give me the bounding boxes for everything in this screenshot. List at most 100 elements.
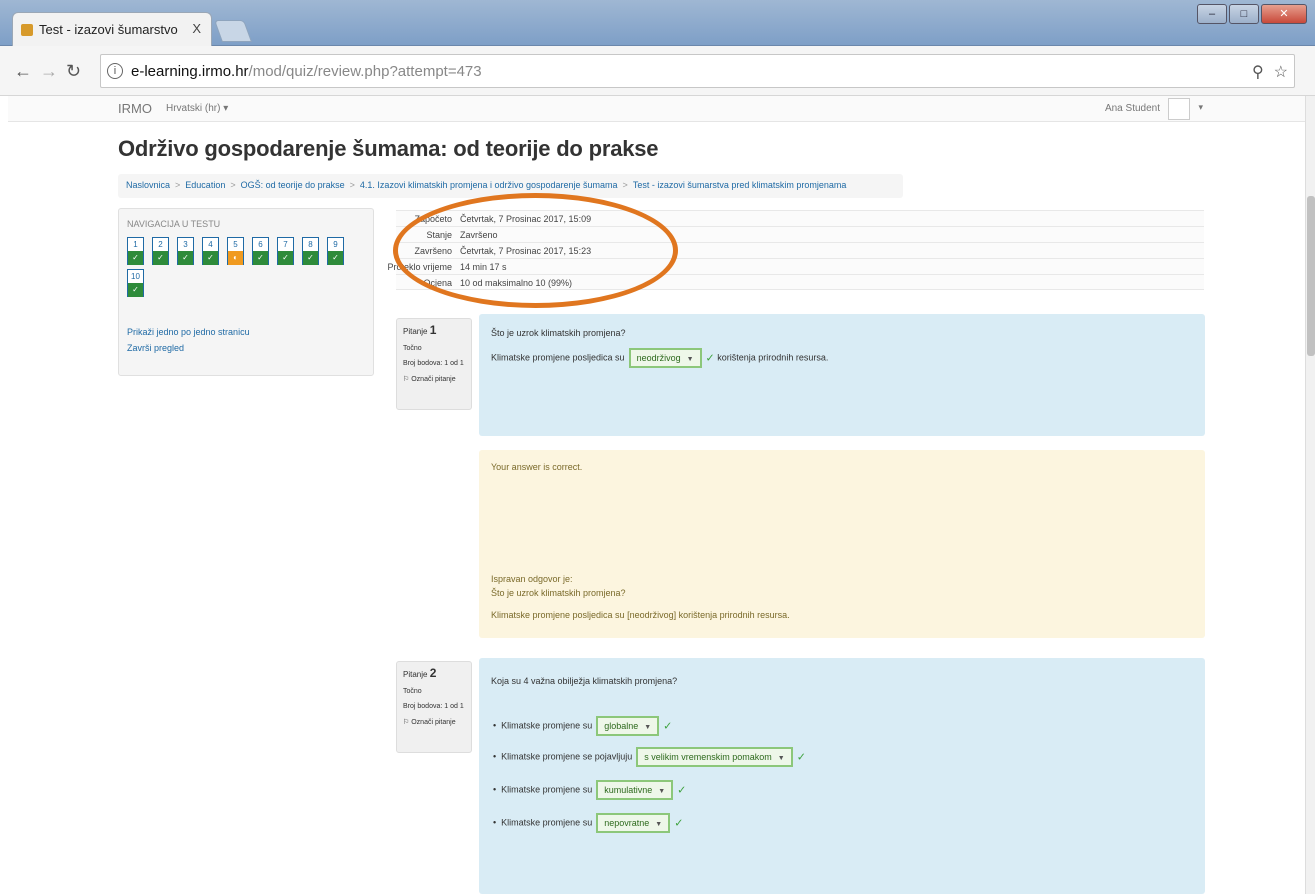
answer-select[interactable]: globalne ▼ [596,716,660,736]
quiz-nav-button-8[interactable]: 8 ✓ [302,237,319,265]
bookmark-star-icon[interactable]: ☆ [1274,62,1288,82]
page-title: Održivo gospodarenje šumama: od teorije … [118,136,659,161]
back-icon[interactable]: ← [14,61,32,82]
check-icon: ✓ [153,251,168,265]
quiz-nav-number: 2 [158,240,163,249]
quiz-navigation-block: NAVIGACIJA U TESTU 1 ✓ 2 ✓ 3 ✓ 4 ✓ 5 ◐ 6 ✓ 7 ✓ 8 ✓ 9 ✓ 10 ✓… [118,208,374,376]
question-number: Pitanje 2 [403,666,437,680]
quiz-nav-number: 6 [258,240,263,249]
language-menu[interactable]: Hrvatski (hr) ▾ [166,103,228,114]
question-2-content: Koja su 4 važna obilježja klimatskih pro… [479,658,1205,894]
quiz-nav-title: NAVIGACIJA U TESTU [127,219,221,229]
breadcrumb-section[interactable]: 4.1. Izazovi klimatskih promjena i održi… [360,180,618,190]
breadcrumb-course[interactable]: OGŠ: od teorije do prakse [241,180,345,190]
check-icon: ✓ [328,251,343,265]
answer-item: • Klimatske promjene su nepovratne ▼ ✓ [493,813,683,833]
minimize-icon[interactable]: – [1197,4,1227,24]
summary-row: Završeno Četvrtak, 7 Prosinac 2017, 15:23 [396,242,1204,258]
finish-review-link[interactable]: Završi pregled [127,343,184,353]
summary-value: Četvrtak, 7 Prosinac 2017, 15:09 [460,214,592,224]
summary-label: Započeto [414,214,452,224]
question-points: Broj bodova: 1 od 1 [403,360,464,367]
check-icon: ✓ [303,251,318,265]
show-one-page-link[interactable]: Prikaži jedno po jedno stranicu [127,327,250,337]
browser-toolbar: ← → ↻ i e-learning.irmo.hr/mod/quiz/revi… [0,46,1315,96]
answer-select[interactable]: nepovratne ▼ [596,813,671,833]
flag-icon: ⚐ [403,376,410,383]
window-close-icon[interactable]: ✕ [1261,4,1307,24]
breadcrumb-quiz[interactable]: Test - izazovi šumarstva pred klimatskim… [633,180,847,190]
quiz-nav-button-7[interactable]: 7 ✓ [277,237,294,265]
tab-title: Test - izazovi šumarstvo [39,22,178,37]
answer-select[interactable]: neodrživog ▼ [628,348,702,368]
summary-value: Završeno [460,230,498,240]
answer-item: • Klimatske promjene su kumulativne ▼ ✓ [493,780,686,800]
check-icon: ✓ [178,251,193,265]
user-name[interactable]: Ana Student [1105,103,1160,114]
correct-answer-heading: Ispravan odgovor je: [491,574,573,584]
question-answer-line: Klimatske promjene posljedica su neodrživ… [491,348,828,368]
answer-item: • Klimatske promjene su globalne ▼ ✓ [493,716,672,736]
check-icon: ✓ [203,251,218,265]
site-brand[interactable]: IRMO [118,101,152,116]
breadcrumb-home[interactable]: Naslovnica [126,180,170,190]
avatar[interactable] [1168,98,1190,120]
quiz-nav-number: 10 [131,272,140,281]
quiz-nav-number: 8 [308,240,313,249]
quiz-nav-button-5[interactable]: 5 ◐ [227,237,244,265]
correct-answer-text: Klimatske promjene posljedica su [neodrž… [491,610,790,620]
quiz-nav-button-4[interactable]: 4 ✓ [202,237,219,265]
quiz-nav-button-9[interactable]: 9 ✓ [327,237,344,265]
quiz-nav-number: 3 [183,240,188,249]
summary-row: Proteklo vrijeme 14 min 17 s [387,258,1204,274]
forward-icon[interactable]: → [40,61,58,82]
summary-value: Četvrtak, 7 Prosinac 2017, 15:23 [460,246,592,256]
check-icon: ✓ [128,283,143,297]
question-status: Točno [403,688,422,695]
answer-select[interactable]: kumulativne ▼ [596,780,674,800]
quiz-nav-number: 7 [283,240,288,249]
reload-icon[interactable]: ↻ [66,61,81,82]
question-1-info: Pitanje 1 Točno Broj bodova: 1 od 1 ⚐ Oz… [396,318,472,410]
answer-prefix: Klimatske promjene posljedica su [491,352,625,363]
quiz-nav-number: 9 [333,240,338,249]
scrollbar[interactable] [1305,96,1315,894]
favicon-icon [21,24,33,36]
feedback-text: Your answer is correct. [491,462,583,472]
zoom-icon[interactable]: ⚲ [1252,62,1264,82]
quiz-nav-button-3[interactable]: 3 ✓ [177,237,194,265]
quiz-nav-button-6[interactable]: 6 ✓ [252,237,269,265]
summary-label: Stanje [426,230,452,240]
check-icon: ✓ [253,251,268,265]
flag-question[interactable]: ⚐ Označi pitanje [403,718,465,726]
breadcrumb-education[interactable]: Education [185,180,225,190]
tab-close-icon[interactable]: X [192,21,201,36]
check-icon: ✓ [705,352,715,365]
question-2-info: Pitanje 2 Točno Broj bodova: 1 od 1 ⚐ Oz… [396,661,472,753]
partial-icon: ◐ [228,251,243,265]
attempt-summary-table: Započeto Četvrtak, 7 Prosinac 2017, 15:09… [387,210,1204,290]
quiz-nav-button-1[interactable]: 1 ✓ [127,237,144,265]
quiz-nav-button-2[interactable]: 2 ✓ [152,237,169,265]
browser-tab[interactable]: Test - izazovi šumarstvo X [12,12,212,46]
scrollbar-thumb[interactable] [1307,196,1315,356]
check-icon: ✓ [796,751,806,764]
question-text: Koja su 4 važna obilježja klimatskih pro… [491,676,678,686]
new-tab-button[interactable] [213,20,253,42]
address-bar[interactable]: i e-learning.irmo.hr/mod/quiz/review.php… [100,54,1295,88]
chevron-down-icon[interactable]: ▾ [1198,102,1203,113]
summary-row: Stanje Završeno [396,226,1204,242]
check-icon: ✓ [278,251,293,265]
check-icon: ✓ [128,251,143,265]
info-icon[interactable]: i [107,63,123,79]
summary-row: Ocjena 10 od maksimalno 10 (99%) [396,274,1204,290]
quiz-nav-button-10[interactable]: 10 ✓ [127,269,144,297]
question-status: Točno [403,345,422,352]
question-1-feedback: Your answer is correct. Ispravan odgovor… [479,450,1205,638]
flag-question[interactable]: ⚐ Označi pitanje [403,375,465,383]
url-text: e-learning.irmo.hr/mod/quiz/review.php?a… [131,63,482,80]
maximize-icon[interactable]: □ [1229,4,1259,24]
answer-select[interactable]: s velikim vremenskim pomakom ▼ [636,747,793,767]
quiz-nav-number: 5 [233,240,238,249]
question-number: Pitanje 1 [403,323,437,337]
